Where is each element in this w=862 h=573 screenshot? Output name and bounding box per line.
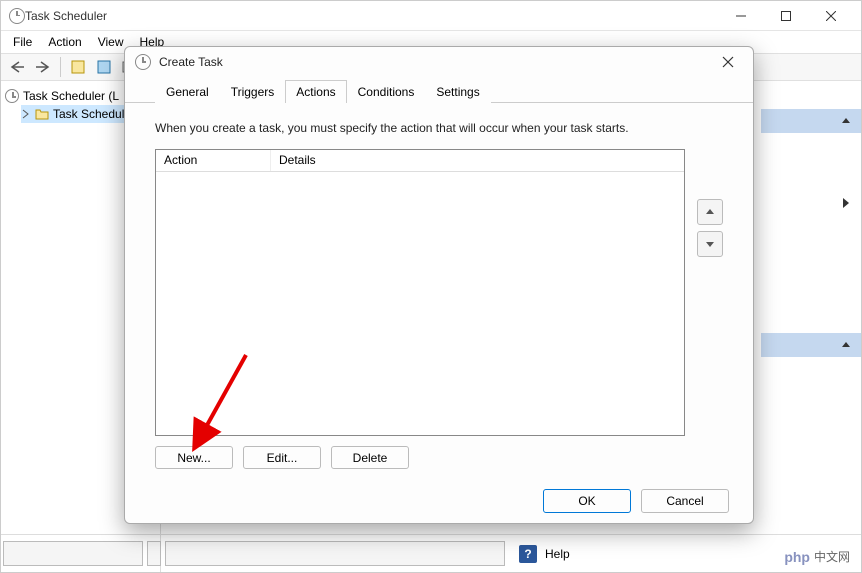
back-button[interactable] (5, 55, 29, 79)
folder-icon (35, 108, 49, 120)
tab-conditions[interactable]: Conditions (347, 80, 426, 103)
tab-general[interactable]: General (155, 80, 220, 103)
col-details[interactable]: Details (271, 150, 684, 171)
move-down-button[interactable] (697, 231, 723, 257)
delete-button[interactable]: Delete (331, 446, 409, 469)
watermark: php 中文网 (778, 546, 856, 567)
pane-row-1[interactable] (761, 133, 861, 273)
app-icon (9, 8, 25, 24)
ok-button[interactable]: OK (543, 489, 631, 513)
window-title: Task Scheduler (25, 9, 718, 23)
tree-root-label: Task Scheduler (L (23, 89, 119, 103)
toolbar-btn-2[interactable] (92, 55, 116, 79)
dialog-close-button[interactable] (713, 47, 743, 77)
pane-header-1[interactable] (761, 109, 861, 133)
status-help-label: Help (545, 547, 570, 561)
dialog-title: Create Task (159, 55, 713, 69)
description-text: When you create a task, you must specify… (155, 121, 723, 135)
status-seg-3 (165, 541, 505, 566)
window-controls (718, 2, 853, 30)
action-buttons-row: New... Edit... Delete (155, 446, 723, 469)
tree-child-label: Task Scheduler (53, 107, 135, 121)
create-task-dialog: Create Task General Triggers Actions Con… (124, 46, 754, 524)
toolbar-separator (60, 57, 61, 77)
dialog-titlebar: Create Task (125, 47, 753, 77)
dialog-body: When you create a task, you must specify… (125, 103, 753, 479)
close-button[interactable] (808, 2, 853, 30)
move-up-button[interactable] (697, 199, 723, 225)
clock-icon (135, 54, 151, 70)
forward-button[interactable] (31, 55, 55, 79)
tab-actions[interactable]: Actions (285, 80, 346, 103)
clock-icon (5, 89, 19, 103)
edit-button[interactable]: Edit... (243, 446, 321, 469)
maximize-button[interactable] (763, 2, 808, 30)
tab-triggers[interactable]: Triggers (220, 80, 286, 103)
watermark-text: 中文网 (814, 548, 850, 565)
watermark-brand: php (784, 549, 810, 565)
toolbar-btn-1[interactable] (66, 55, 90, 79)
actions-listview[interactable]: Action Details (155, 149, 685, 436)
col-action[interactable]: Action (156, 150, 271, 171)
help-icon[interactable]: ? (519, 545, 537, 563)
order-buttons (697, 149, 723, 436)
main-titlebar: Task Scheduler (1, 1, 861, 31)
expand-icon (21, 109, 31, 119)
status-bar: ? Help (1, 534, 861, 572)
cancel-button[interactable]: Cancel (641, 489, 729, 513)
menu-action[interactable]: Action (40, 33, 89, 51)
minimize-button[interactable] (718, 2, 763, 30)
pane-header-2[interactable] (761, 333, 861, 357)
status-seg-2 (147, 541, 161, 566)
tab-bar: General Triggers Actions Conditions Sett… (125, 77, 753, 103)
actions-pane (761, 83, 861, 572)
dialog-footer: OK Cancel (125, 479, 753, 523)
listview-header: Action Details (156, 150, 684, 172)
status-seg-1 (3, 541, 143, 566)
tab-settings[interactable]: Settings (425, 80, 490, 103)
new-button[interactable]: New... (155, 446, 233, 469)
menu-file[interactable]: File (5, 33, 40, 51)
